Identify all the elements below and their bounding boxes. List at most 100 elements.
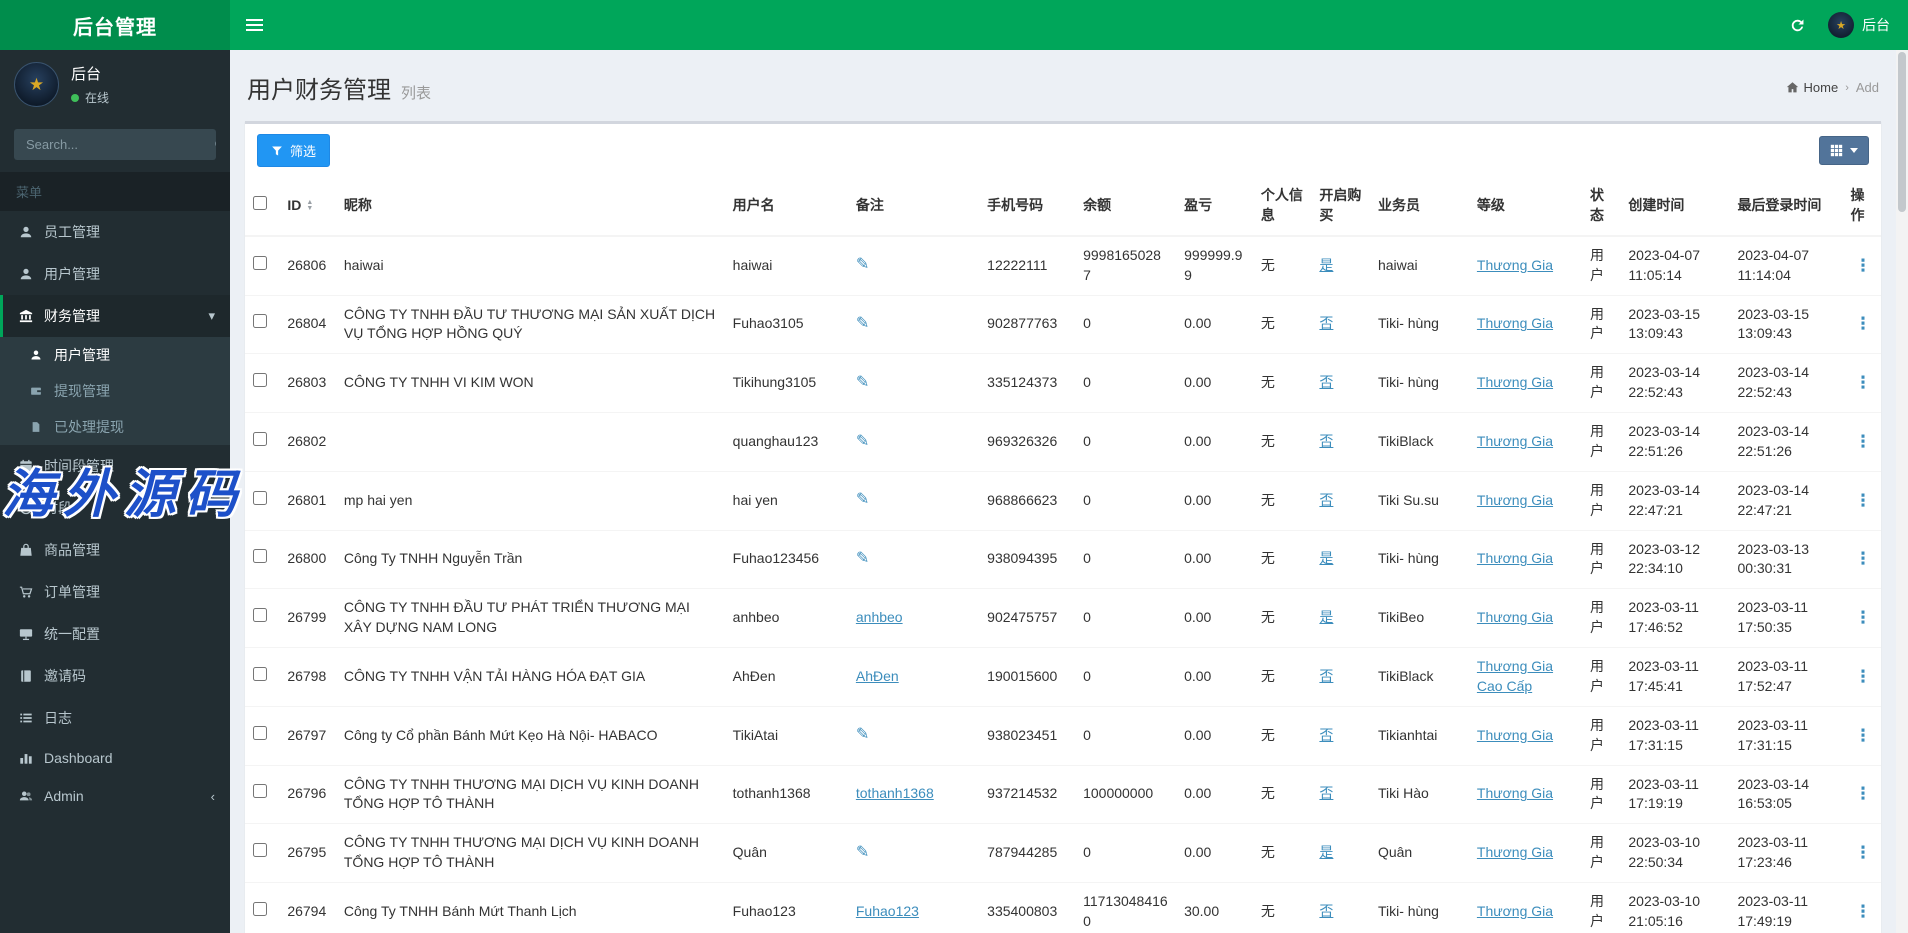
select-all-checkbox[interactable] — [253, 195, 267, 210]
sidebar-item-products[interactable]: 商品管理 — [0, 529, 230, 571]
cell-id: 26804 — [279, 294, 336, 354]
sidebar-item-config[interactable]: 统一配置 — [0, 613, 230, 655]
header-salesman: 业务员 — [1369, 177, 1469, 237]
purchase-toggle-link[interactable]: 否 — [1319, 903, 1333, 919]
edit-note-icon[interactable]: ✎ — [856, 726, 869, 743]
row-checkbox[interactable] — [253, 843, 267, 858]
row-checkbox[interactable] — [253, 431, 267, 446]
edit-note-icon[interactable]: ✎ — [856, 374, 869, 391]
purchase-toggle-link[interactable]: 是 — [1319, 844, 1333, 860]
level-link[interactable]: Thương Gia — [1477, 492, 1553, 508]
note-link[interactable]: anhbeo — [856, 609, 903, 625]
cell-status: 用户 — [1582, 705, 1621, 765]
sidebar-item-dashboard[interactable]: Dashboard — [0, 739, 230, 777]
row-actions-button[interactable]: ⋮ — [1851, 491, 1876, 510]
edit-note-icon[interactable]: ✎ — [856, 844, 869, 861]
purchase-toggle-link[interactable]: 否 — [1319, 668, 1333, 684]
purchase-toggle-link[interactable]: 否 — [1319, 785, 1333, 801]
cell-phone: 12222111 — [979, 235, 1076, 295]
filter-button[interactable]: 筛选 — [257, 134, 331, 167]
sidebar-item-staff[interactable]: 员工管理 — [0, 211, 230, 253]
refresh-icon — [1791, 19, 1804, 31]
row-checkbox[interactable] — [253, 373, 267, 388]
edit-note-icon[interactable]: ✎ — [856, 550, 869, 567]
sidebar-item-admin[interactable]: Admin ‹ — [0, 777, 230, 815]
row-actions-button[interactable]: ⋮ — [1851, 843, 1876, 862]
search-input[interactable] — [14, 129, 214, 160]
sidebar-item-time-period[interactable]: 时间段管理 — [0, 445, 230, 487]
sort-icon[interactable]: ▲ ▼ — [306, 199, 313, 212]
cell-actions: ⋮ — [1842, 353, 1881, 413]
sidebar-user-panel: ★ 后台 在线 — [0, 50, 230, 119]
submenu-item-processed-withdraw[interactable]: 已处理提现 — [0, 409, 230, 445]
purchase-toggle-link[interactable]: 是 — [1319, 550, 1333, 566]
row-actions-button[interactable]: ⋮ — [1851, 608, 1876, 627]
level-link[interactable]: Thương Gia — [1477, 374, 1553, 390]
calendar-icon — [18, 459, 34, 473]
sidebar-item-invite-code[interactable]: 邀请码 — [0, 655, 230, 697]
purchase-toggle-link[interactable]: 是 — [1319, 257, 1333, 273]
row-checkbox[interactable] — [253, 666, 267, 681]
level-link[interactable]: Thương Gia — [1477, 844, 1553, 860]
level-link[interactable]: Thương Gia — [1477, 727, 1553, 743]
list-icon — [18, 711, 34, 725]
level-link[interactable]: Thương Gia — [1477, 785, 1553, 801]
row-actions-button[interactable]: ⋮ — [1851, 373, 1876, 392]
row-actions-button[interactable]: ⋮ — [1851, 902, 1876, 921]
purchase-toggle-link[interactable]: 否 — [1319, 315, 1333, 331]
row-checkbox[interactable] — [253, 901, 267, 916]
row-actions-button[interactable]: ⋮ — [1851, 432, 1876, 451]
search-submit-button[interactable] — [214, 129, 216, 160]
sidebar-toggle-button[interactable] — [230, 0, 278, 50]
note-link[interactable]: Fuhao123 — [856, 903, 919, 919]
row-checkbox[interactable] — [253, 549, 267, 564]
app-logo[interactable]: 后台管理 — [0, 0, 230, 50]
note-link[interactable]: AhĐen — [856, 668, 899, 684]
refresh-button[interactable] — [1775, 0, 1820, 50]
row-checkbox[interactable] — [253, 725, 267, 740]
purchase-toggle-link[interactable]: 否 — [1319, 374, 1333, 390]
sidebar-item-users[interactable]: 用户管理 — [0, 253, 230, 295]
level-link[interactable]: Thương Gia — [1477, 433, 1553, 449]
edit-note-icon[interactable]: ✎ — [856, 256, 869, 273]
submenu-item-user-finance[interactable]: 用户管理 — [0, 337, 230, 373]
note-link[interactable]: tothanh1368 — [856, 785, 934, 801]
level-link[interactable]: Thương Gia — [1477, 257, 1553, 273]
row-checkbox[interactable] — [253, 490, 267, 505]
row-actions-button[interactable]: ⋮ — [1851, 784, 1876, 803]
sidebar-item-orders[interactable]: 订单管理 — [0, 571, 230, 613]
scrollbar-thumb[interactable] — [1898, 52, 1906, 212]
level-link[interactable]: Thương Gia — [1477, 609, 1553, 625]
row-actions-button[interactable]: ⋮ — [1851, 549, 1876, 568]
purchase-toggle-link[interactable]: 否 — [1319, 433, 1333, 449]
row-checkbox[interactable] — [253, 255, 267, 270]
funnel-icon — [272, 146, 282, 155]
table-row: 26798 CÔNG TY TNHH VẬN TẢI HÀNG HÓA ĐẠT … — [245, 647, 1881, 707]
edit-note-icon[interactable]: ✎ — [856, 315, 869, 332]
level-link[interactable]: Thương Gia Cao Cấp — [1477, 658, 1553, 694]
row-actions-button[interactable]: ⋮ — [1851, 667, 1876, 686]
edit-note-icon[interactable]: ✎ — [856, 491, 869, 508]
row-checkbox[interactable] — [253, 784, 267, 799]
vertical-scrollbar[interactable] — [1896, 50, 1908, 933]
row-checkbox[interactable] — [253, 314, 267, 329]
breadcrumb-home-link[interactable]: Home — [1786, 80, 1838, 95]
cell-phone: 335124373 — [979, 353, 1076, 413]
purchase-toggle-link[interactable]: 是 — [1319, 609, 1333, 625]
submenu-item-withdraw[interactable]: 提现管理 — [0, 373, 230, 409]
purchase-toggle-link[interactable]: 否 — [1319, 727, 1333, 743]
purchase-toggle-link[interactable]: 否 — [1319, 492, 1333, 508]
sidebar-item-logs[interactable]: 日志 — [0, 697, 230, 739]
level-link[interactable]: Thương Gia — [1477, 315, 1553, 331]
table-settings-button[interactable] — [1819, 136, 1869, 165]
row-actions-button[interactable]: ⋮ — [1851, 726, 1876, 745]
level-link[interactable]: Thương Gia — [1477, 550, 1553, 566]
level-link[interactable]: Thương Gia — [1477, 903, 1553, 919]
edit-note-icon[interactable]: ✎ — [856, 433, 869, 450]
row-checkbox[interactable] — [253, 608, 267, 623]
navbar-user-menu[interactable]: ★ 后台 — [1820, 0, 1908, 50]
row-actions-button[interactable]: ⋮ — [1851, 256, 1876, 275]
sidebar-item-session[interactable]: 时段 — [0, 487, 230, 529]
sidebar-item-finance[interactable]: 财务管理 ▾ — [0, 295, 230, 337]
row-actions-button[interactable]: ⋮ — [1851, 314, 1876, 333]
